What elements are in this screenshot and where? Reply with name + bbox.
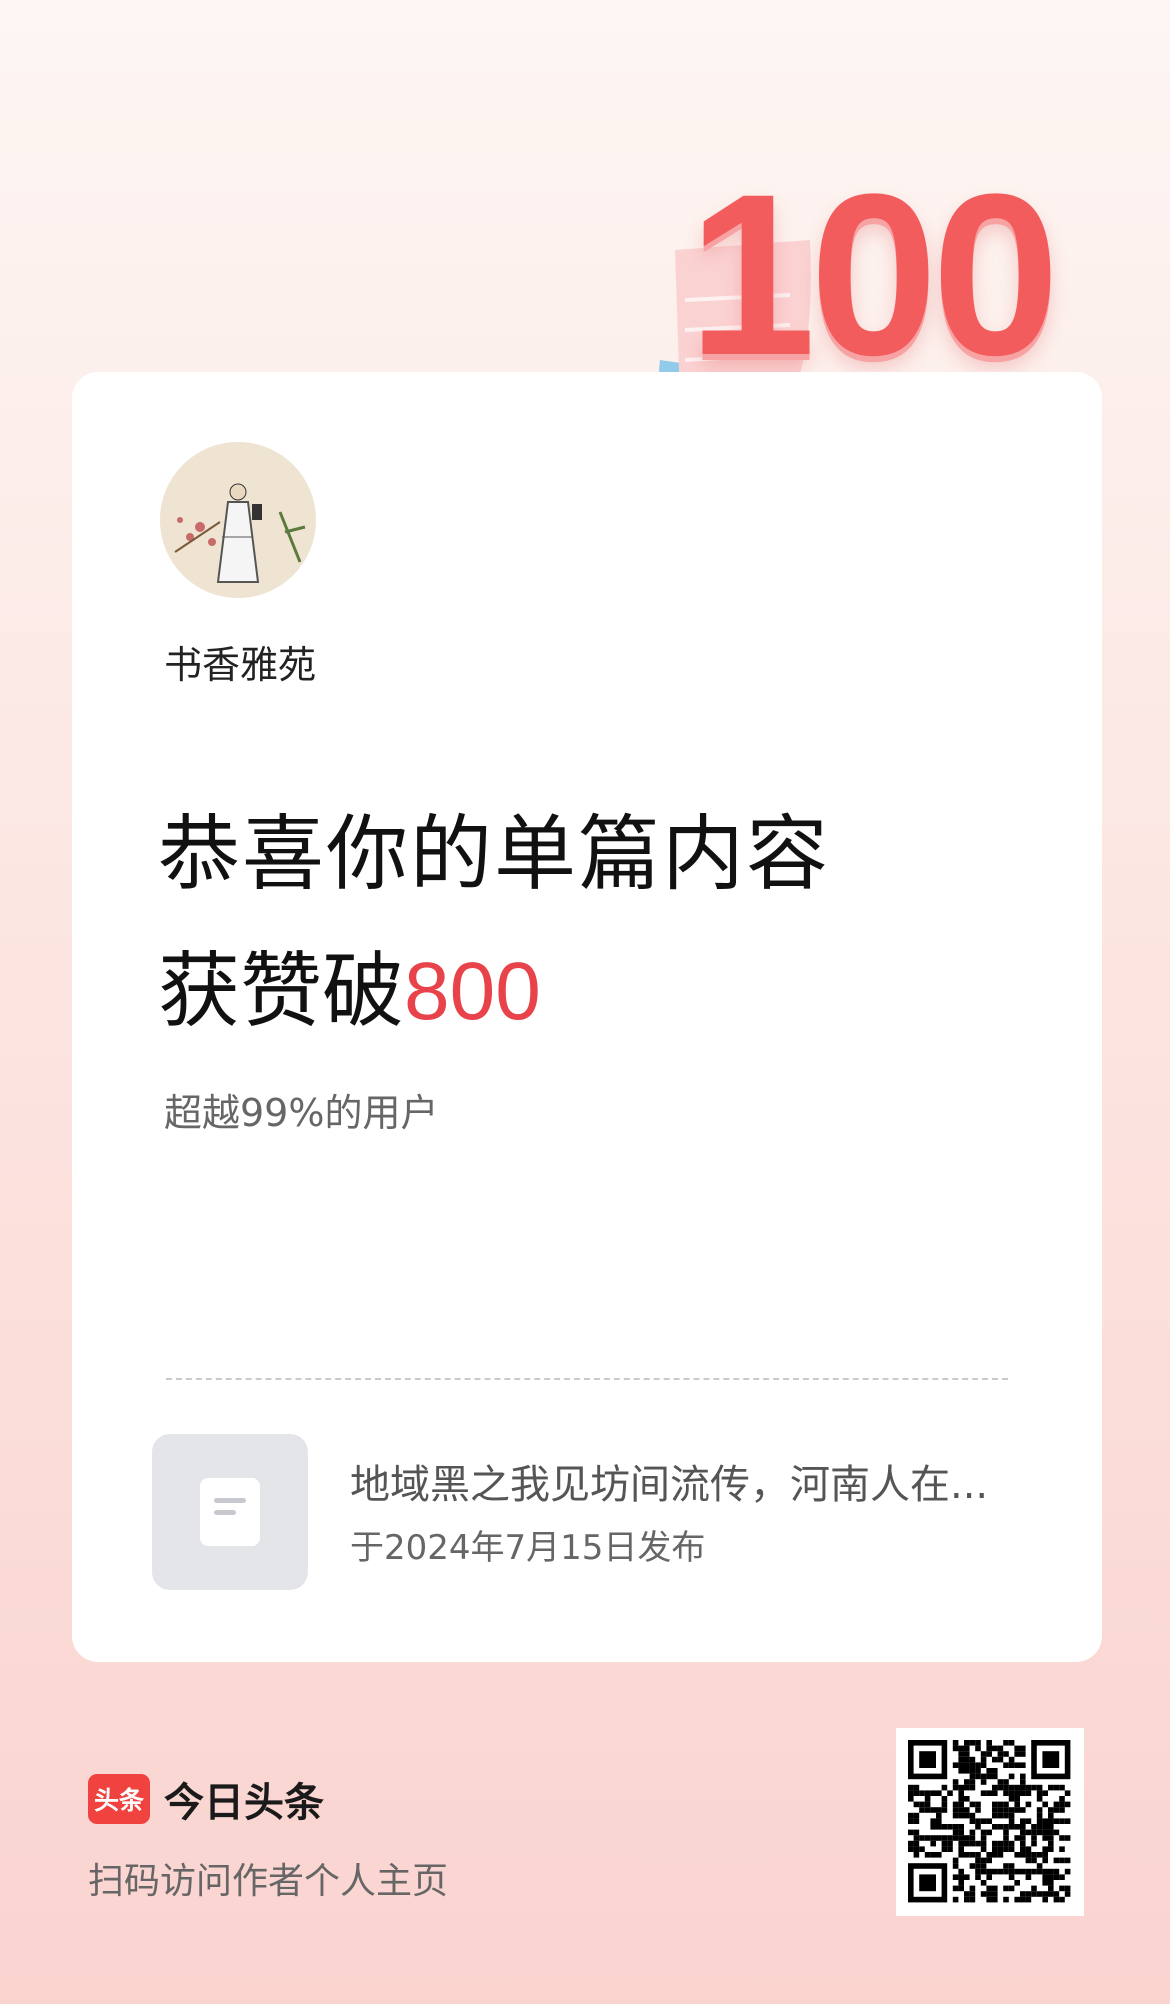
article-title[interactable]: 地域黑之我见坊间流传，河南人在... xyxy=(350,1452,1010,1510)
qr-code[interactable] xyxy=(896,1728,1084,1916)
badge-number: 100 xyxy=(688,146,1060,403)
headline-line-2: 获赞破800 xyxy=(158,924,541,1043)
article-date: 于2024年7月15日发布 xyxy=(350,1528,706,1568)
likes-count: 800 xyxy=(404,946,541,1037)
divider xyxy=(166,1378,1008,1380)
avatar[interactable] xyxy=(160,442,316,598)
achievement-card: 书香雅苑 恭喜你的单篇内容 获赞破800 超越99%的用户 地域黑之我见坊间流传… xyxy=(72,372,1102,1662)
avatar-image xyxy=(160,442,316,598)
qr-code-image xyxy=(908,1740,1071,1903)
headline-prefix: 获赞破 xyxy=(158,944,405,1039)
headline-line-1: 恭喜你的单篇内容 xyxy=(158,807,831,902)
ranking-subtitle: 超越99%的用户 xyxy=(164,1091,439,1135)
scan-hint: 扫码访问作者个人主页 xyxy=(88,1861,449,1902)
document-icon xyxy=(200,1478,260,1546)
toutiao-logo: 头条 xyxy=(88,1774,150,1824)
brand: 头条 今日头条 xyxy=(88,1770,324,1828)
author-name[interactable]: 书香雅苑 xyxy=(164,634,316,689)
article-thumbnail[interactable] xyxy=(152,1434,308,1590)
brand-name: 今日头条 xyxy=(164,1780,324,1826)
